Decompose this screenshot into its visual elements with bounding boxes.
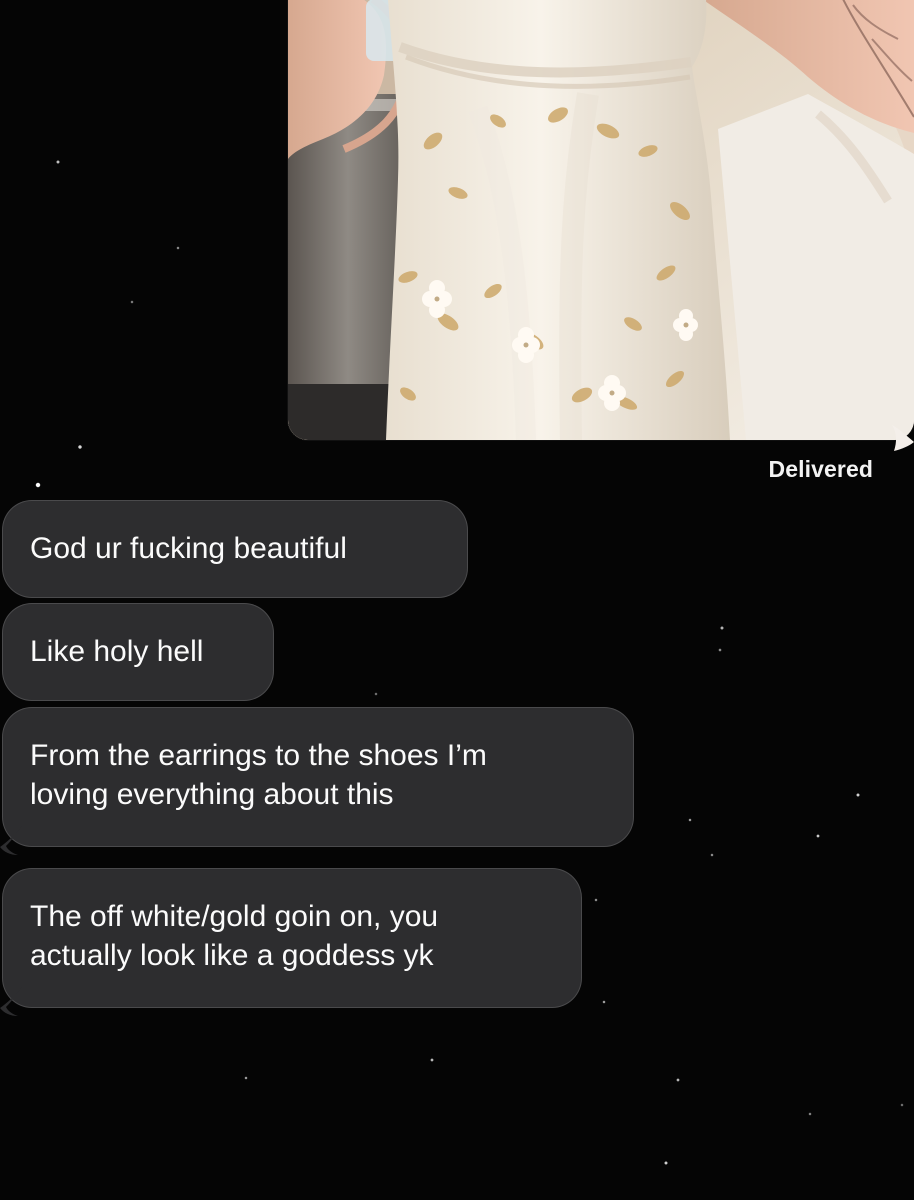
incoming-message-bubble[interactable]: From the earrings to the shoes I’m lovin…	[2, 707, 634, 847]
sent-photo-message[interactable]	[288, 0, 914, 440]
incoming-message-bubble[interactable]: Like holy hell	[2, 603, 274, 701]
message-bubble-tail-icon	[0, 987, 22, 1016]
dress-photo-image	[288, 0, 914, 440]
photo-bubble-tail-icon	[892, 425, 914, 451]
delivered-status: Delivered	[768, 456, 873, 482]
incoming-message-bubble[interactable]: God ur fucking beautiful	[2, 500, 468, 598]
incoming-message-bubble[interactable]: The off white/gold goin on, you actually…	[2, 868, 582, 1008]
message-bubble-tail-icon	[0, 826, 22, 855]
